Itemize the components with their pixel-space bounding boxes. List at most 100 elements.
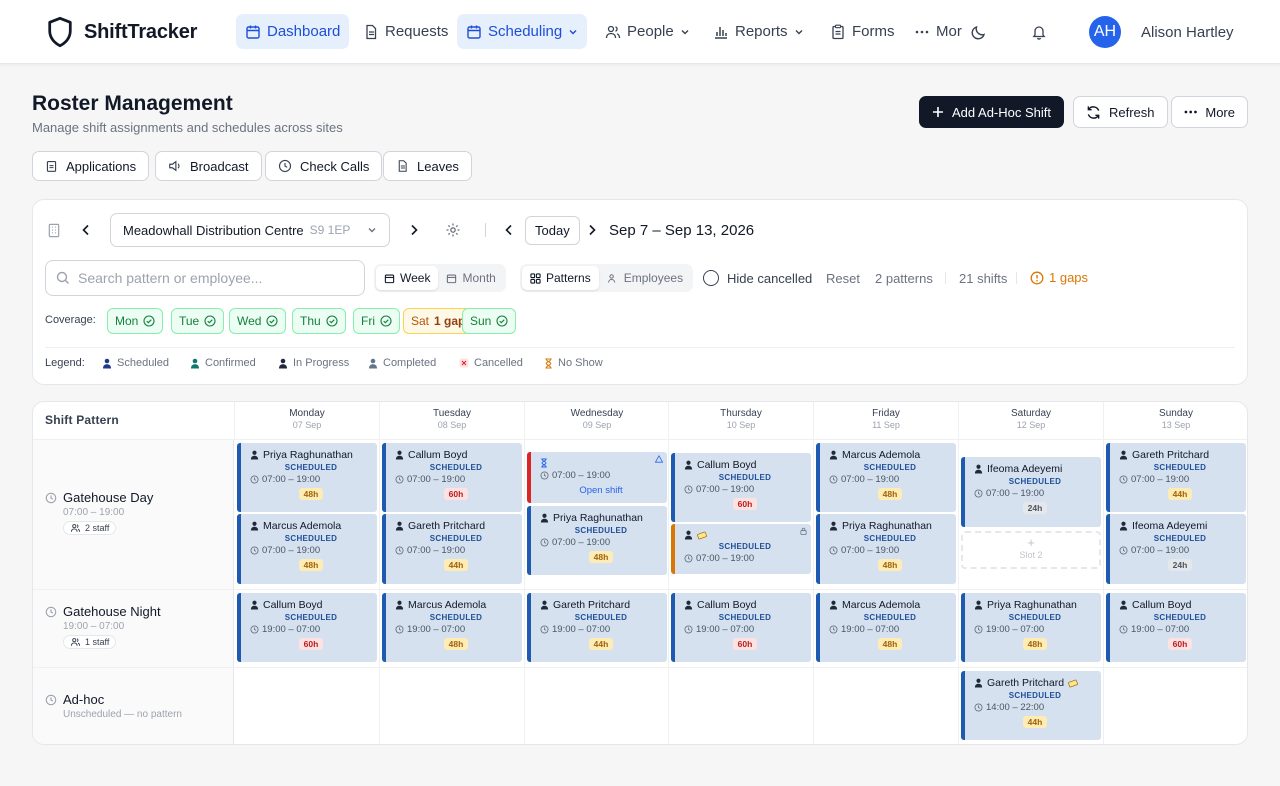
add-adhoc-shift-button[interactable]: Add Ad-Hoc Shift [919, 96, 1064, 128]
coverage-chip-mon[interactable]: Mon [107, 308, 164, 334]
gaps-indicator[interactable]: 1 gaps [1030, 270, 1088, 285]
shift-employee: Gareth Pritchard [395, 520, 517, 532]
chevron-left-icon[interactable] [81, 224, 91, 236]
shift-card[interactable]: Priya Raghunathan SCHEDULED 19:00 – 07:00 4… [961, 593, 1101, 662]
shift-time: 07:00 – 19:00 [1119, 545, 1241, 556]
hours-badge: 60h [298, 638, 324, 650]
search-input[interactable]: Search pattern or employee... [45, 260, 365, 296]
person-icon [191, 358, 199, 368]
pattern-row-ad-hoc[interactable]: Ad-hoc Unscheduled — no pattern [45, 692, 182, 720]
shift-card[interactable]: Gareth Pritchard SCHEDULED 07:00 – 19:00 44… [382, 514, 522, 584]
month-toggle[interactable]: Month [438, 266, 503, 290]
shift-card[interactable]: Priya Raghunathan SCHEDULED 07:00 – 19:00 4… [527, 506, 667, 575]
nav-scheduling[interactable]: Scheduling [457, 14, 588, 49]
shift-card[interactable]: Callum Boyd SCHEDULED 19:00 – 07:00 60h [671, 593, 811, 662]
avatar[interactable]: AH [1089, 16, 1121, 48]
nav-more[interactable]: Mor [905, 14, 971, 49]
today-button[interactable]: Today [525, 216, 580, 245]
app-logo[interactable]: ShiftTracker [46, 16, 197, 48]
shift-card[interactable]: Gareth Pritchard SCHEDULED 14:00 – 22:00 44… [961, 671, 1101, 740]
day-header-monday: Monday 07 Sep [234, 402, 379, 439]
shift-time-text: 07:00 – 19:00 [841, 474, 900, 485]
shift-status: SCHEDULED [1008, 477, 1062, 486]
shift-card[interactable]: Callum Boyd SCHEDULED 19:00 – 07:00 60h [1106, 593, 1246, 662]
moon-icon[interactable] [971, 24, 987, 40]
divider [45, 347, 1235, 348]
shift-status: SCHEDULED [718, 542, 772, 551]
nav-requests[interactable]: Requests [354, 14, 457, 49]
day-date: 10 Sep [726, 420, 756, 430]
shift-time: 19:00 – 07:00 [395, 624, 517, 635]
gear-icon[interactable] [445, 222, 461, 238]
refresh-button[interactable]: Refresh [1073, 96, 1168, 128]
coverage-chip-sun[interactable]: Sun [462, 308, 517, 334]
shift-card[interactable]: Callum Boyd SCHEDULED 07:00 – 19:00 60h [671, 453, 811, 522]
chevron-right-icon[interactable] [587, 224, 597, 236]
shift-time-text: 19:00 – 07:00 [1131, 624, 1190, 635]
employee-name: Callum Boyd [1132, 599, 1192, 611]
coverage-chip-thu[interactable]: Thu [292, 308, 346, 334]
pattern-column-header: Shift Pattern [45, 413, 119, 427]
shift-card[interactable]: Gareth Pritchard SCHEDULED 07:00 – 19:00 44… [1106, 443, 1246, 512]
nav-forms[interactable]: Forms [821, 14, 904, 49]
coverage-chip-wed[interactable]: Wed [229, 308, 287, 334]
shift-card[interactable]: SCHEDULED 07:00 – 19:00 [671, 524, 811, 574]
patterns-toggle[interactable]: Patterns [522, 266, 599, 290]
coverage-chip-tue[interactable]: Tue [171, 308, 225, 334]
shift-card[interactable]: Priya Raghunathan SCHEDULED 07:00 – 19:00 4… [816, 514, 956, 584]
nav-dashboard[interactable]: Dashboard [236, 14, 350, 49]
employee-name: Ifeoma Adeyemi [987, 463, 1063, 475]
person-icon [684, 460, 693, 470]
hours-badge: 48h [298, 559, 324, 571]
clock-icon [250, 546, 259, 555]
shift-status: SCHEDULED [574, 613, 628, 622]
clock-icon [974, 703, 983, 712]
shift-time: 07:00 – 19:00 [250, 474, 372, 485]
date-range: Sep 7 – Sep 13, 2026 [609, 222, 755, 239]
person-icon [369, 358, 377, 368]
employee-name: Priya Raghunathan [842, 520, 932, 532]
shift-card[interactable]: Ifeoma Adeyemi SCHEDULED 07:00 – 19:00 24h [1106, 514, 1246, 584]
shift-status: SCHEDULED [1153, 463, 1207, 472]
nav-people[interactable]: People [596, 14, 699, 49]
nav-reports[interactable]: Reports [704, 14, 813, 49]
shift-card[interactable]: Marcus Ademola SCHEDULED 19:00 – 07:00 48h [382, 593, 522, 662]
shift-card[interactable]: Priya Raghunathan SCHEDULED 07:00 – 19:00 4… [237, 443, 377, 512]
pattern-row-gatehouse-day[interactable]: Gatehouse Day 07:00 – 19:00 2 staff [45, 490, 153, 536]
shift-time-text: 19:00 – 07:00 [552, 624, 611, 635]
bell-icon[interactable] [1032, 24, 1046, 40]
shift-card[interactable]: Ifeoma Adeyemi SCHEDULED 07:00 – 19:00 24h [961, 457, 1101, 527]
more-button[interactable]: More [1171, 96, 1248, 128]
shift-status: SCHEDULED [863, 534, 917, 543]
clock-icon [250, 625, 259, 634]
reset-link[interactable]: Reset [826, 271, 860, 286]
chevron-right-icon[interactable] [409, 224, 419, 236]
coverage-day: Wed [237, 314, 262, 328]
shift-card[interactable]: Marcus Ademola SCHEDULED 07:00 – 19:00 48h [237, 514, 377, 584]
coverage-chip-fri[interactable]: Fri [353, 308, 400, 334]
applications-button[interactable]: Applications [32, 151, 150, 181]
user-name[interactable]: Alison Hartley [1141, 24, 1234, 41]
hide-cancelled-toggle[interactable] [703, 270, 719, 286]
open-shift-card[interactable]: 07:00 – 19:00 Open shift [527, 452, 667, 503]
clock-icon [45, 694, 57, 705]
broadcast-button[interactable]: Broadcast [155, 151, 262, 181]
shift-card[interactable]: Gareth Pritchard SCHEDULED 19:00 – 07:00 44… [527, 593, 667, 662]
hours-badge: 48h [877, 638, 903, 650]
person-icon [1119, 521, 1128, 531]
shift-card[interactable]: Callum Boyd SCHEDULED 19:00 – 07:00 60h [237, 593, 377, 662]
shift-card[interactable]: Marcus Ademola SCHEDULED 07:00 – 19:00 48h [816, 443, 956, 512]
employees-toggle[interactable]: Employees [599, 266, 691, 290]
clock-icon [684, 485, 693, 494]
leaves-button[interactable]: Leaves [383, 151, 472, 181]
check-calls-button[interactable]: Check Calls [265, 151, 383, 181]
pattern-row-gatehouse-night[interactable]: Gatehouse Night 19:00 – 07:00 1 staff [45, 604, 161, 650]
site-select[interactable]: Meadowhall Distribution Centre S9 1EP [110, 213, 390, 247]
empty-slot[interactable]: + Slot 2 [961, 531, 1101, 569]
open-shift-link[interactable]: Open shift [540, 485, 662, 496]
chevron-left-icon[interactable] [504, 224, 514, 236]
shift-card[interactable]: Callum Boyd SCHEDULED 07:00 – 19:00 60h [382, 443, 522, 512]
legend-label: Legend: [45, 357, 85, 369]
week-toggle[interactable]: Week [376, 266, 439, 290]
shift-card[interactable]: Marcus Ademola SCHEDULED 19:00 – 07:00 48h [816, 593, 956, 662]
